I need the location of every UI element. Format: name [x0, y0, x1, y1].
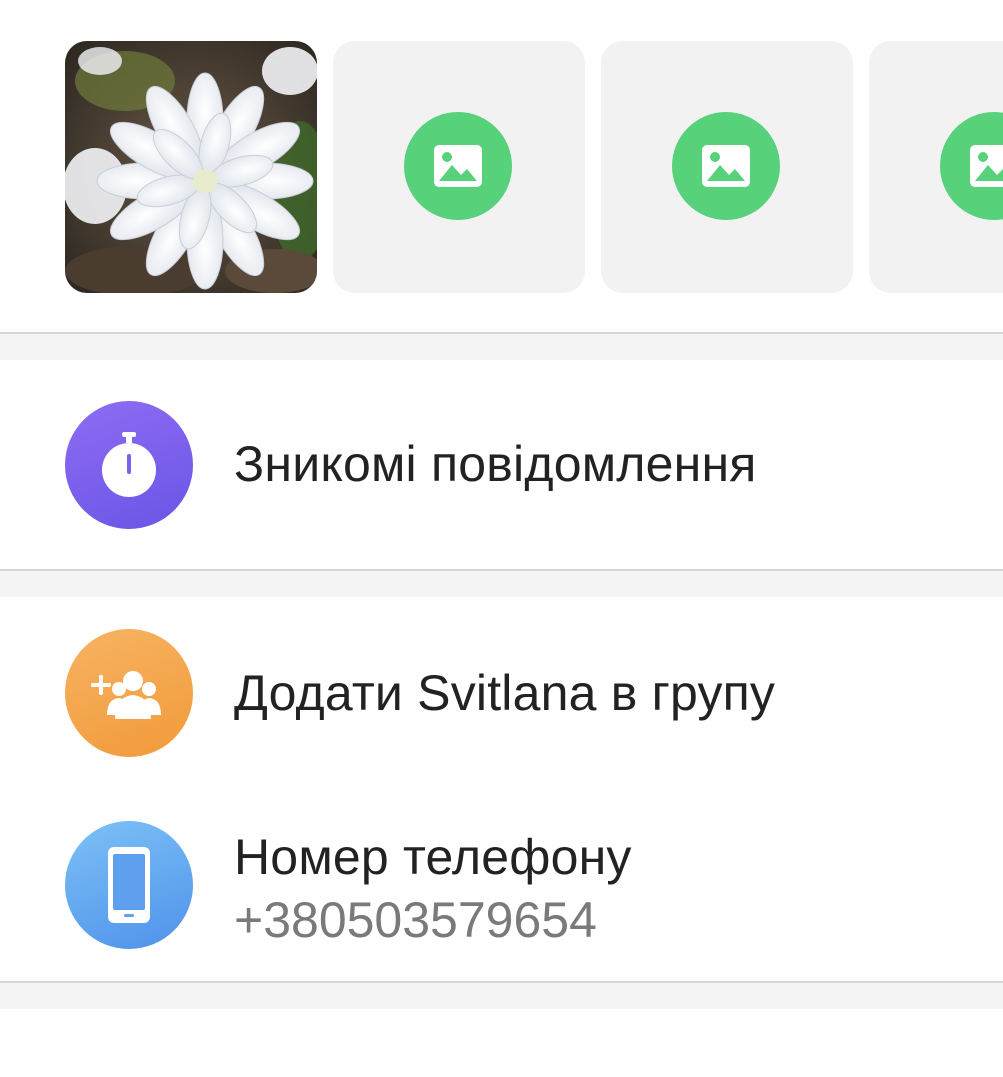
disappearing-messages-section: Зникомі повідомлення — [0, 360, 1003, 569]
image-icon — [672, 112, 780, 220]
media-thumbnail-placeholder[interactable] — [869, 41, 1003, 293]
image-icon — [940, 112, 1003, 220]
add-to-group-row[interactable]: Додати Svitlana в групу — [0, 597, 1003, 789]
media-thumbnail-placeholder[interactable] — [601, 41, 853, 293]
shared-media-strip — [0, 0, 1003, 333]
stopwatch-icon — [65, 401, 193, 529]
phone-icon — [65, 821, 193, 949]
contact-actions-section: Додати Svitlana в групу Номер телефону +… — [0, 597, 1003, 981]
phone-number-label: Номер телефону — [234, 829, 632, 885]
media-thumbnail-placeholder[interactable] — [333, 41, 585, 293]
add-group-icon — [65, 629, 193, 757]
section-gap — [0, 334, 1003, 360]
add-to-group-label: Додати Svitlana в групу — [234, 665, 776, 721]
flower-photo — [65, 41, 317, 293]
section-gap — [0, 983, 1003, 1009]
next-section — [0, 1009, 1003, 1077]
phone-number-value[interactable]: +380503579654 — [234, 891, 597, 949]
disappearing-messages-row[interactable]: Зникомі повідомлення — [0, 360, 1003, 569]
section-gap — [0, 571, 1003, 597]
media-thumbnail-photo[interactable] — [65, 41, 317, 293]
contact-info-screen: Зникомі повідомлення Додати Svitlana в г… — [0, 0, 1003, 1077]
phone-number-row[interactable]: Номер телефону +380503579654 — [0, 789, 1003, 981]
disappearing-messages-label: Зникомі повідомлення — [234, 436, 757, 492]
image-icon — [404, 112, 512, 220]
